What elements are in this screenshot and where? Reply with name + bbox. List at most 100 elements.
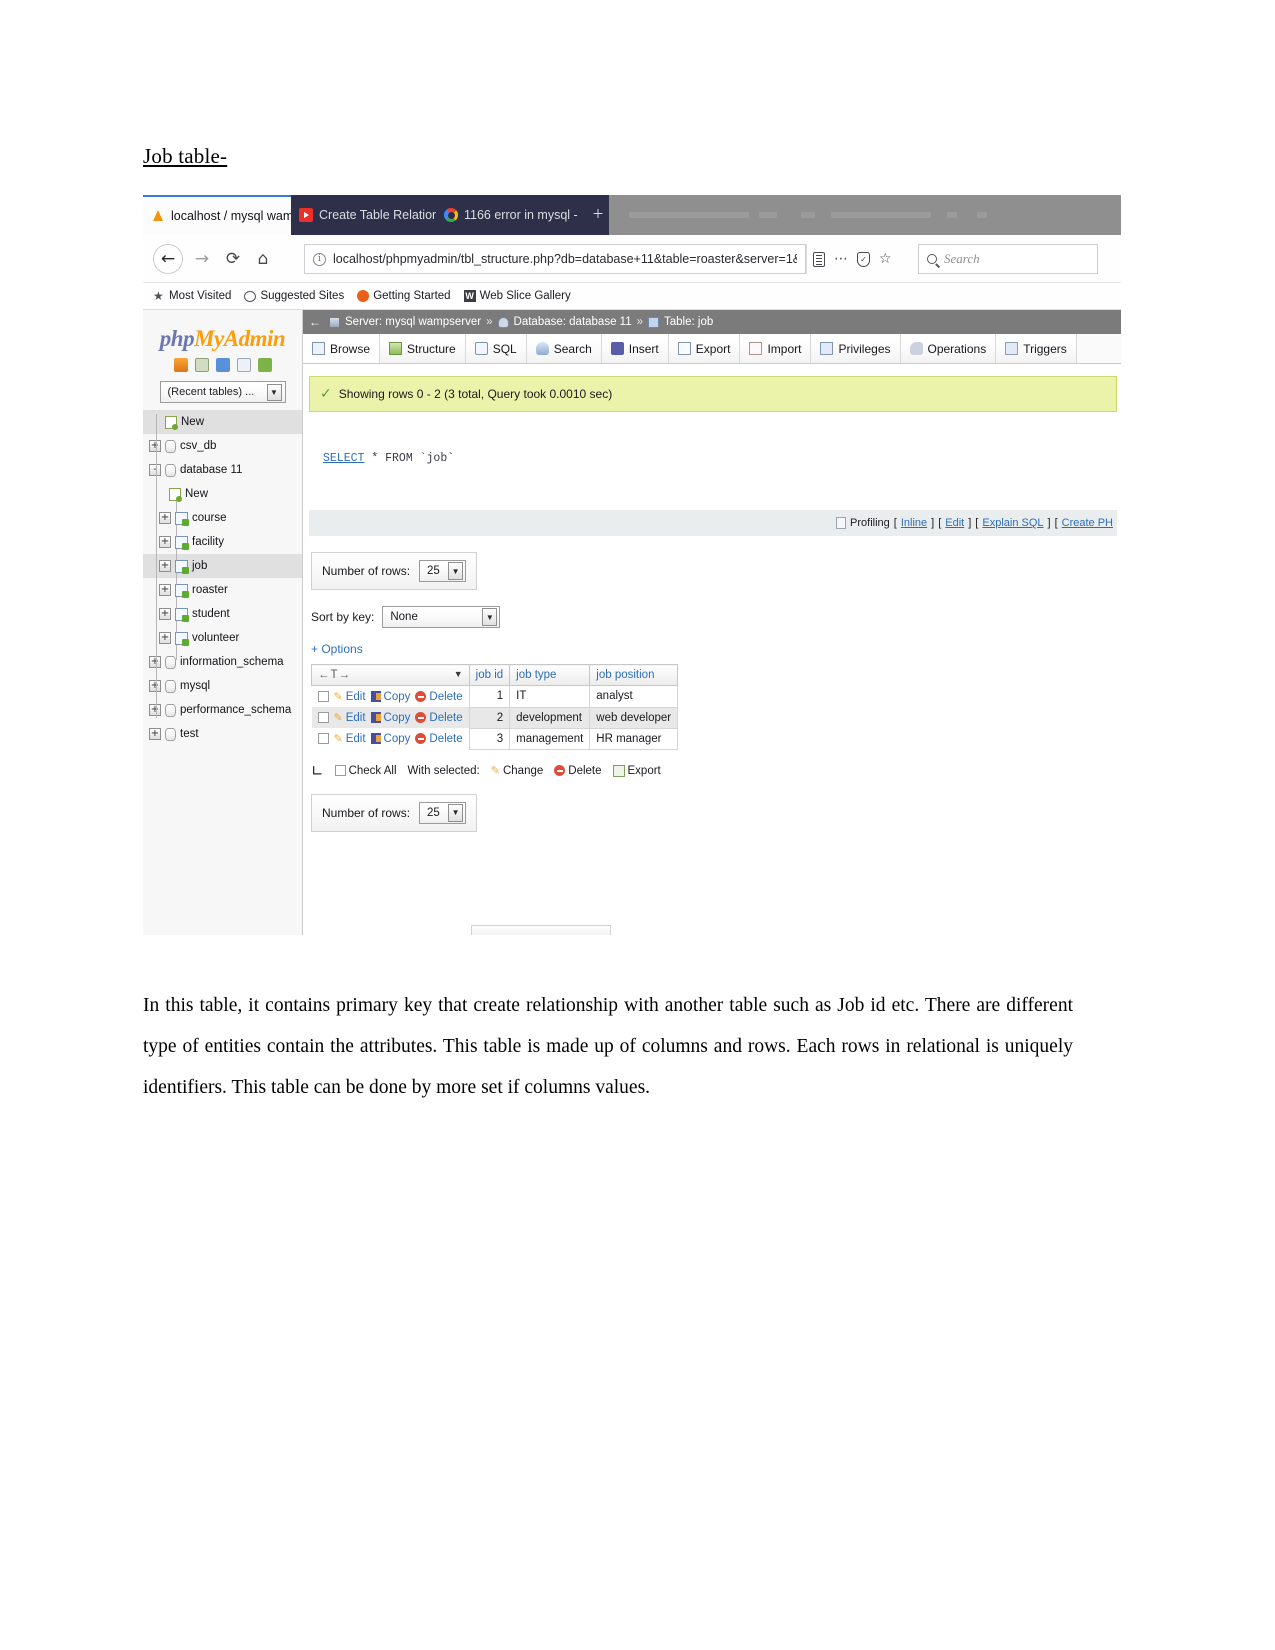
number-of-rows-select-bottom[interactable]: 25 ▼ — [419, 801, 467, 824]
tree-item-information_schema[interactable]: + information_schema — [143, 650, 302, 674]
tracking-protection-icon[interactable]: ✓ — [857, 251, 870, 267]
tree-item-new-table[interactable]: New — [143, 482, 302, 506]
tab-import[interactable]: Import — [740, 334, 812, 363]
copy-button[interactable]: Copy — [370, 733, 410, 745]
url-bar[interactable]: i localhost/phpmyadmin/tbl_structure.php… — [304, 244, 806, 274]
link-explain-sql[interactable]: Explain SQL — [982, 517, 1043, 529]
chevron-down-icon[interactable]: ▼ — [454, 669, 463, 679]
server-docs-icon[interactable] — [215, 358, 230, 372]
options-toggle[interactable]: + Options — [311, 642, 1121, 656]
column-header-job-position[interactable]: job position — [589, 664, 679, 686]
tree-item-performance_schema[interactable]: + performance_schema — [143, 698, 302, 722]
tree-item-course[interactable]: + course — [143, 506, 302, 530]
tree-item-roaster[interactable]: + roaster — [143, 578, 302, 602]
chevron-down-icon[interactable]: ▼ — [448, 562, 464, 580]
check-all-button[interactable]: Check All — [334, 765, 397, 777]
tab-structure[interactable]: Structure — [380, 334, 466, 363]
bookmark-star-icon[interactable]: ☆ — [879, 251, 892, 267]
sort-header[interactable]: ←T→ ▼ — [311, 664, 470, 686]
link-inline[interactable]: Inline — [901, 517, 927, 529]
breadcrumb-database[interactable]: Database: database 11 — [514, 316, 632, 328]
column-header-job-type[interactable]: job type — [509, 664, 591, 686]
delete-selected-button[interactable]: Delete — [554, 765, 602, 777]
edit-button[interactable]: ✎ Edit — [334, 732, 366, 745]
tab-privileges[interactable]: Privileges — [811, 334, 901, 363]
tree-item-new-root[interactable]: New — [143, 410, 302, 434]
breadcrumb-table[interactable]: Table: job — [664, 316, 713, 328]
reader-view-icon[interactable] — [813, 251, 825, 267]
tree-item-test[interactable]: + test — [143, 722, 302, 746]
bookmark-most-visited[interactable]: ★ Most Visited — [153, 290, 231, 302]
expand-icon[interactable]: + — [149, 704, 161, 716]
check-all-checkbox[interactable] — [334, 765, 346, 776]
sql-query-text[interactable]: SELECT * FROM `job` — [323, 452, 454, 465]
tab-operations[interactable]: Operations — [900, 334, 997, 363]
browser-tab-0[interactable]: localhost / mysql wampserver ✕ — [143, 195, 291, 235]
copy-button[interactable]: Copy — [370, 712, 410, 724]
number-of-rows-select[interactable]: 25 ▼ — [419, 560, 467, 582]
row-checkbox[interactable] — [317, 712, 329, 723]
delete-button[interactable]: Delete — [415, 691, 463, 703]
tab-sql[interactable]: SQL — [465, 334, 527, 363]
forward-icon[interactable]: → — [187, 244, 217, 274]
select-all-arrow-icon[interactable]: ∟ — [311, 762, 324, 780]
expand-icon[interactable]: + — [149, 680, 161, 692]
change-button[interactable]: ✎ Change — [491, 764, 544, 777]
expand-icon[interactable]: + — [159, 608, 171, 620]
reload-icon[interactable] — [257, 358, 272, 372]
profiling-label[interactable]: Profiling — [850, 517, 890, 529]
browser-tab-1[interactable]: Create Table Relationhips in M ✕ — [291, 195, 436, 235]
tab-insert[interactable]: Insert — [601, 334, 669, 363]
chevron-down-icon[interactable]: ▼ — [482, 608, 498, 626]
browser-tab-2[interactable]: 1166 error in mysql - Google Se ✕ — [436, 195, 580, 235]
new-tab-button[interactable]: + — [587, 195, 609, 235]
page-actions-icon[interactable]: ⋯ — [834, 251, 848, 267]
edit-button[interactable]: ✎ Edit — [334, 711, 366, 724]
tree-item-job[interactable]: + job — [143, 554, 302, 578]
delete-button[interactable]: Delete — [415, 733, 463, 745]
row-checkbox[interactable] — [317, 691, 329, 702]
sort-by-key-select[interactable]: None ▼ — [382, 606, 501, 628]
back-icon[interactable]: ← — [309, 315, 321, 329]
site-info-icon[interactable]: i — [313, 252, 326, 266]
collapse-icon[interactable]: - — [149, 464, 161, 476]
back-icon[interactable]: ← — [153, 244, 183, 274]
table-row[interactable]: ✎ Edit Copy Delete 2 development web deve… — [311, 706, 679, 729]
tree-item-facility[interactable]: + facility — [143, 530, 302, 554]
chevron-down-icon[interactable]: ▼ — [448, 803, 464, 822]
tab-search[interactable]: Search — [526, 334, 602, 363]
row-checkbox[interactable] — [317, 733, 329, 744]
expand-icon[interactable]: + — [159, 584, 171, 596]
home-icon[interactable]: ⌂ — [248, 244, 278, 274]
table-row[interactable]: ✎ Edit Copy Delete 1 IT analyst — [312, 685, 679, 708]
export-selected-button[interactable]: Export — [612, 764, 661, 777]
expand-icon[interactable]: + — [159, 536, 171, 548]
tree-item-mysql[interactable]: + mysql — [143, 674, 302, 698]
expand-icon[interactable]: + — [149, 656, 161, 668]
logout-icon[interactable] — [194, 358, 209, 372]
reload-icon[interactable]: ⟳ — [218, 244, 248, 274]
browser-search-bar[interactable]: Search — [918, 244, 1098, 274]
tree-item-volunteer[interactable]: + volunteer — [143, 626, 302, 650]
breadcrumb-server[interactable]: Server: mysql wampserver — [345, 316, 481, 328]
expand-icon[interactable]: + — [159, 560, 171, 572]
table-row[interactable]: ✎ Edit Copy Delete 3 management HR manage… — [312, 727, 679, 750]
tree-item-csv_db[interactable]: + csv_db — [143, 434, 302, 458]
documentation-icon[interactable] — [236, 358, 251, 372]
tab-export[interactable]: Export — [668, 334, 741, 363]
expand-icon[interactable]: + — [159, 632, 171, 644]
column-header-job-id[interactable]: job id — [468, 664, 511, 686]
tree-item-student[interactable]: + student — [143, 602, 302, 626]
phpmyadmin-logo[interactable]: phpMyAdmin — [143, 326, 302, 352]
delete-button[interactable]: Delete — [415, 712, 463, 724]
recent-tables-select[interactable]: (Recent tables) ... ▼ — [159, 381, 286, 403]
expand-icon[interactable]: + — [149, 728, 161, 740]
link-edit[interactable]: Edit — [945, 517, 964, 529]
expand-icon[interactable]: + — [149, 440, 161, 452]
tab-browse[interactable]: Browse — [303, 334, 381, 363]
expand-icon[interactable]: + — [159, 512, 171, 524]
copy-button[interactable]: Copy — [370, 691, 410, 703]
bookmark-web-slice-gallery[interactable]: W Web Slice Gallery — [463, 290, 571, 302]
home-icon[interactable] — [173, 358, 188, 372]
edit-button[interactable]: ✎ Edit — [334, 690, 366, 703]
